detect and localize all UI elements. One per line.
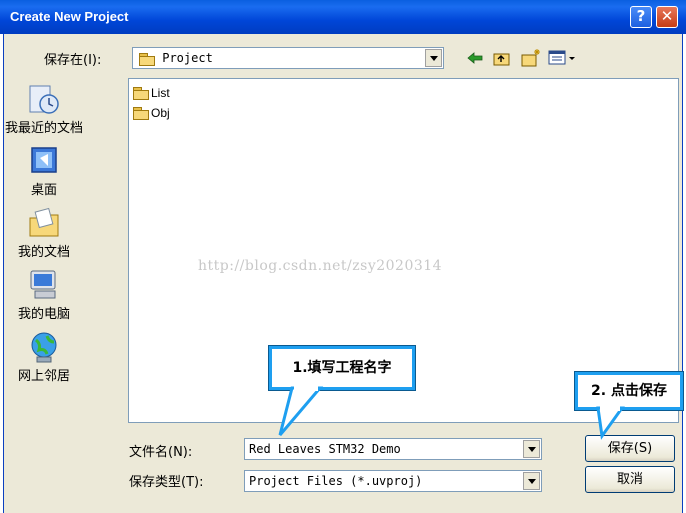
close-button[interactable]: ✕ bbox=[656, 6, 678, 28]
chevron-down-icon[interactable] bbox=[523, 472, 540, 490]
title-bar[interactable]: Create New Project ? ✕ bbox=[0, 0, 686, 34]
place-label: 我的文档 bbox=[17, 245, 70, 260]
up-folder-icon[interactable] bbox=[492, 48, 512, 68]
save-in-value: Project bbox=[162, 51, 213, 65]
list-item[interactable]: List bbox=[133, 85, 170, 100]
filename-value: Red Leaves STM32 Demo bbox=[249, 442, 401, 456]
network-places-icon bbox=[27, 330, 61, 364]
recent-documents-icon bbox=[27, 82, 61, 116]
filetype-dropdown[interactable]: Project Files (*.uvproj) bbox=[244, 470, 542, 492]
place-label: 网上邻居 bbox=[17, 369, 70, 384]
my-documents-icon bbox=[27, 206, 61, 240]
folder-icon bbox=[133, 106, 149, 120]
list-item[interactable]: Obj bbox=[133, 105, 170, 120]
folder-icon bbox=[139, 52, 155, 66]
place-my-computer[interactable]: 我的电脑 bbox=[1, 268, 87, 322]
place-network[interactable]: 网上邻居 bbox=[1, 330, 87, 384]
cancel-button[interactable]: 取消 bbox=[585, 466, 675, 493]
filetype-value: Project Files (*.uvproj) bbox=[249, 474, 423, 488]
my-computer-icon bbox=[27, 268, 61, 302]
filetype-label: 保存类型(T): bbox=[129, 475, 204, 490]
save-in-label: 保存在(I): bbox=[44, 53, 102, 68]
file-name: Obj bbox=[151, 105, 170, 120]
callout-pointer bbox=[596, 406, 625, 440]
watermark-text: http://blog.csdn.net/zsy2020314 bbox=[198, 258, 443, 274]
place-label: 我的电脑 bbox=[17, 307, 70, 322]
file-name: List bbox=[151, 85, 170, 100]
back-icon[interactable] bbox=[466, 49, 484, 67]
save-in-dropdown[interactable]: Project bbox=[132, 47, 444, 69]
chevron-down-icon[interactable] bbox=[523, 440, 540, 458]
chevron-down-icon[interactable] bbox=[425, 49, 442, 67]
place-desktop[interactable]: 桌面 bbox=[1, 144, 87, 198]
desktop-icon bbox=[27, 144, 61, 178]
callout-pointer bbox=[278, 385, 324, 436]
window-title: Create New Project bbox=[10, 9, 129, 24]
new-folder-icon[interactable] bbox=[520, 47, 542, 69]
filename-label: 文件名(N): bbox=[129, 445, 193, 460]
callout-text: 2. 点击保存 bbox=[578, 375, 680, 407]
filename-field[interactable]: Red Leaves STM32 Demo bbox=[244, 438, 542, 460]
create-project-dialog: Create New Project ? ✕ 保存在(I): Project 我… bbox=[0, 0, 686, 513]
callout-text: 1.填写工程名字 bbox=[272, 349, 412, 387]
place-my-documents[interactable]: 我的文档 bbox=[1, 206, 87, 260]
folder-icon bbox=[133, 86, 149, 100]
place-label: 桌面 bbox=[30, 183, 57, 198]
help-button[interactable]: ? bbox=[630, 6, 652, 28]
place-recent-documents[interactable]: 我最近的文档 bbox=[1, 82, 87, 136]
callout-save-hint: 2. 点击保存 bbox=[574, 371, 684, 411]
place-label: 我最近的文档 bbox=[4, 121, 83, 136]
view-menu-icon[interactable] bbox=[548, 49, 580, 67]
